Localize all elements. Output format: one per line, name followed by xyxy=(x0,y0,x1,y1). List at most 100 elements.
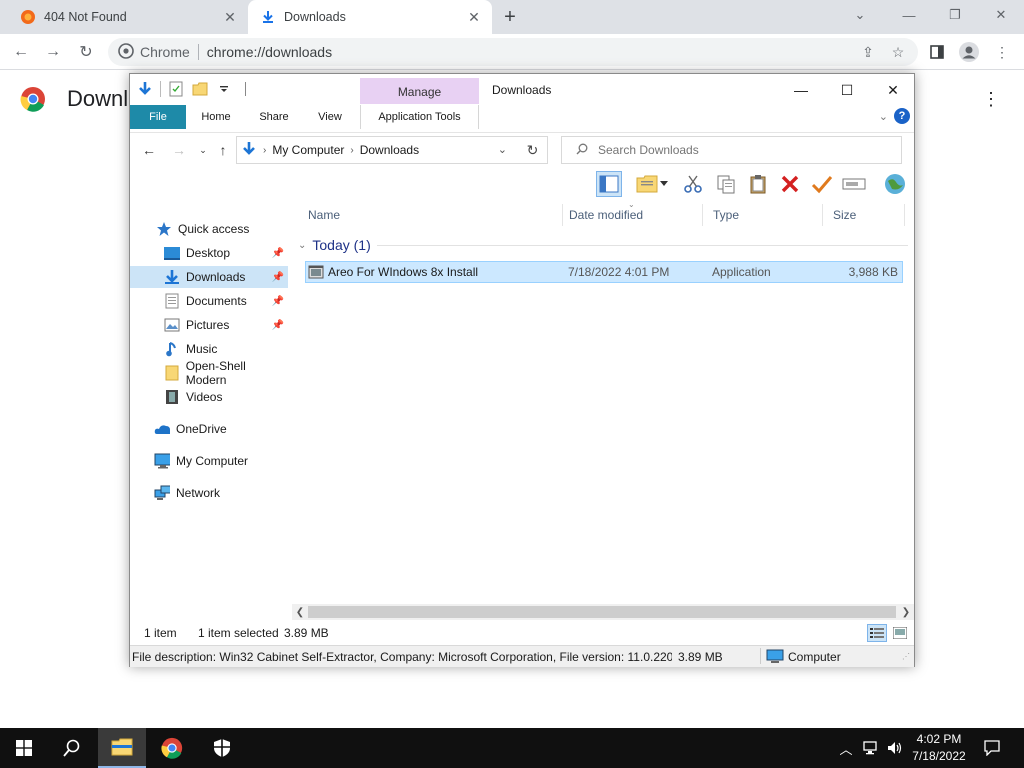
tray-chevron-up-icon[interactable]: ︿ xyxy=(836,728,856,768)
nav-videos[interactable]: Videos xyxy=(130,386,288,408)
tab-share[interactable]: Share xyxy=(250,105,298,129)
view-dropdown-chevron-icon[interactable] xyxy=(658,171,670,197)
manage-context-tab[interactable]: Manage xyxy=(360,78,479,104)
breadcrumb-chevron-icon[interactable]: › xyxy=(350,145,353,156)
address-breadcrumb[interactable]: › My Computer › Downloads ⌄ xyxy=(236,136,548,164)
resize-grip-icon[interactable]: ⋰ xyxy=(902,652,910,661)
chrome-taskbar-icon[interactable] xyxy=(148,728,196,768)
tab-close-icon[interactable]: ✕ xyxy=(220,7,240,27)
scroll-right-chevron-icon[interactable]: ❯ xyxy=(898,604,914,620)
nav-music[interactable]: Music xyxy=(130,338,288,360)
paste-icon[interactable] xyxy=(745,171,771,197)
tab-404-not-found[interactable]: 404 Not Found ✕ xyxy=(8,0,248,34)
nav-documents[interactable]: Documents 📌 xyxy=(130,290,288,312)
chrome-menu-icon[interactable]: ⋮ xyxy=(990,40,1014,64)
nav-network[interactable]: Network xyxy=(130,482,288,504)
refresh-icon[interactable]: ↻ xyxy=(518,136,548,164)
back-arrow-icon[interactable]: ← xyxy=(138,139,160,161)
collapse-chevron-icon[interactable]: ⌄ xyxy=(298,240,306,251)
address-bar[interactable]: Chrome chrome://downloads xyxy=(108,38,918,66)
details-view-icon[interactable] xyxy=(867,624,887,642)
new-tab-button[interactable]: + xyxy=(498,5,522,29)
properties-icon[interactable] xyxy=(167,80,185,98)
file-explorer-taskbar-icon[interactable] xyxy=(98,728,146,768)
tab-application-tools[interactable]: Application Tools xyxy=(360,105,479,129)
descbar-divider xyxy=(760,648,761,664)
back-arrow-icon[interactable]: ← xyxy=(8,39,34,65)
share-icon[interactable]: ⇪ xyxy=(856,40,880,64)
tab-downloads[interactable]: Downloads ✕ xyxy=(248,0,492,34)
new-folder-icon[interactable] xyxy=(191,80,209,98)
folder-view-options-icon[interactable] xyxy=(634,171,660,197)
reload-icon[interactable]: ↻ xyxy=(73,39,99,65)
nav-quick-access[interactable]: Quick access xyxy=(130,218,288,240)
maximize-icon[interactable]: ☐ xyxy=(824,74,870,106)
downloads-arrow-icon[interactable] xyxy=(136,80,154,98)
nav-open-shell-modern[interactable]: Open-Shell Modern xyxy=(130,359,288,387)
nav-pictures[interactable]: Pictures 📌 xyxy=(130,314,288,336)
horizontal-scrollbar[interactable]: ❮ ❯ xyxy=(292,604,914,620)
tab-file[interactable]: File xyxy=(130,105,186,129)
nav-my-computer[interactable]: My Computer xyxy=(130,450,288,472)
start-windows-icon[interactable] xyxy=(0,728,48,768)
scroll-left-chevron-icon[interactable]: ❮ xyxy=(292,604,308,620)
column-header-size[interactable]: Size xyxy=(823,204,903,226)
customize-qat-icon[interactable] xyxy=(215,80,233,98)
notifications-icon[interactable] xyxy=(980,728,1004,768)
pin-icon[interactable]: 📌 xyxy=(272,272,284,283)
nav-onedrive[interactable]: OneDrive xyxy=(130,418,288,440)
help-icon[interactable]: ? xyxy=(894,108,910,124)
delete-icon[interactable] xyxy=(777,171,803,197)
pin-icon[interactable]: 📌 xyxy=(272,296,284,307)
preview-pane-icon[interactable] xyxy=(596,171,622,197)
internet-globe-icon[interactable] xyxy=(882,171,908,197)
tab-view[interactable]: View xyxy=(306,105,354,129)
rename-icon[interactable] xyxy=(841,171,867,197)
forward-arrow-icon[interactable]: → xyxy=(168,139,190,161)
breadcrumb-chevron-icon[interactable]: › xyxy=(263,145,266,156)
restore-icon[interactable]: ❐ xyxy=(932,0,978,30)
column-header-name[interactable]: Name xyxy=(298,204,564,226)
large-icons-view-icon[interactable] xyxy=(890,624,910,642)
system-clock[interactable]: 4:02 PM 7/18/2022 xyxy=(900,731,978,765)
tab-search-chevron-icon[interactable]: ⌄ xyxy=(837,0,883,30)
address-history-chevron-icon[interactable]: ⌄ xyxy=(498,143,507,156)
column-header-date-modified[interactable]: Date modified xyxy=(559,204,699,226)
tab-home[interactable]: Home xyxy=(192,105,240,129)
side-panel-icon[interactable] xyxy=(925,40,949,64)
nav-label: Videos xyxy=(186,390,223,404)
close-icon[interactable]: ✕ xyxy=(870,74,916,106)
group-header-today[interactable]: ⌄ Today (1) xyxy=(298,236,908,254)
tab-close-icon[interactable]: ✕ xyxy=(464,7,484,27)
recent-locations-chevron-icon[interactable]: ⌄ xyxy=(192,139,214,161)
column-divider[interactable] xyxy=(904,204,905,226)
nav-downloads[interactable]: Downloads 📌 xyxy=(130,266,288,288)
copy-icon[interactable] xyxy=(713,171,739,197)
qat-divider xyxy=(160,81,161,97)
close-icon[interactable]: ✕ xyxy=(978,0,1024,30)
breadcrumb-downloads[interactable]: Downloads xyxy=(360,143,419,157)
expand-ribbon-chevron-icon[interactable]: ⌄ xyxy=(879,110,888,123)
downloads-menu-icon[interactable]: ⋮ xyxy=(982,88,1000,110)
up-arrow-icon[interactable]: ↑ xyxy=(212,139,234,161)
search-input[interactable] xyxy=(598,143,878,157)
scrollbar-thumb[interactable] xyxy=(308,606,896,618)
file-row[interactable]: Areo For WIndows 8x Install 7/18/2022 4:… xyxy=(305,261,903,283)
security-shield-icon[interactable] xyxy=(198,728,246,768)
minimize-icon[interactable]: — xyxy=(778,74,824,106)
network-tray-icon[interactable] xyxy=(860,728,882,768)
properties-check-icon[interactable] xyxy=(809,171,835,197)
search-box[interactable] xyxy=(561,136,902,164)
pin-icon[interactable]: 📌 xyxy=(272,320,284,331)
breadcrumb-my-computer[interactable]: My Computer xyxy=(272,143,344,157)
pin-icon[interactable]: 📌 xyxy=(272,248,284,259)
url-text: chrome://downloads xyxy=(206,44,333,60)
cut-icon[interactable] xyxy=(680,171,706,197)
bookmark-star-icon[interactable]: ☆ xyxy=(886,40,910,64)
forward-arrow-icon[interactable]: → xyxy=(40,39,66,65)
profile-avatar-icon[interactable] xyxy=(957,40,981,64)
nav-desktop[interactable]: Desktop 📌 xyxy=(130,242,288,264)
minimize-icon[interactable]: — xyxy=(886,0,932,30)
search-icon[interactable] xyxy=(48,728,96,768)
column-header-type[interactable]: Type xyxy=(703,204,823,226)
